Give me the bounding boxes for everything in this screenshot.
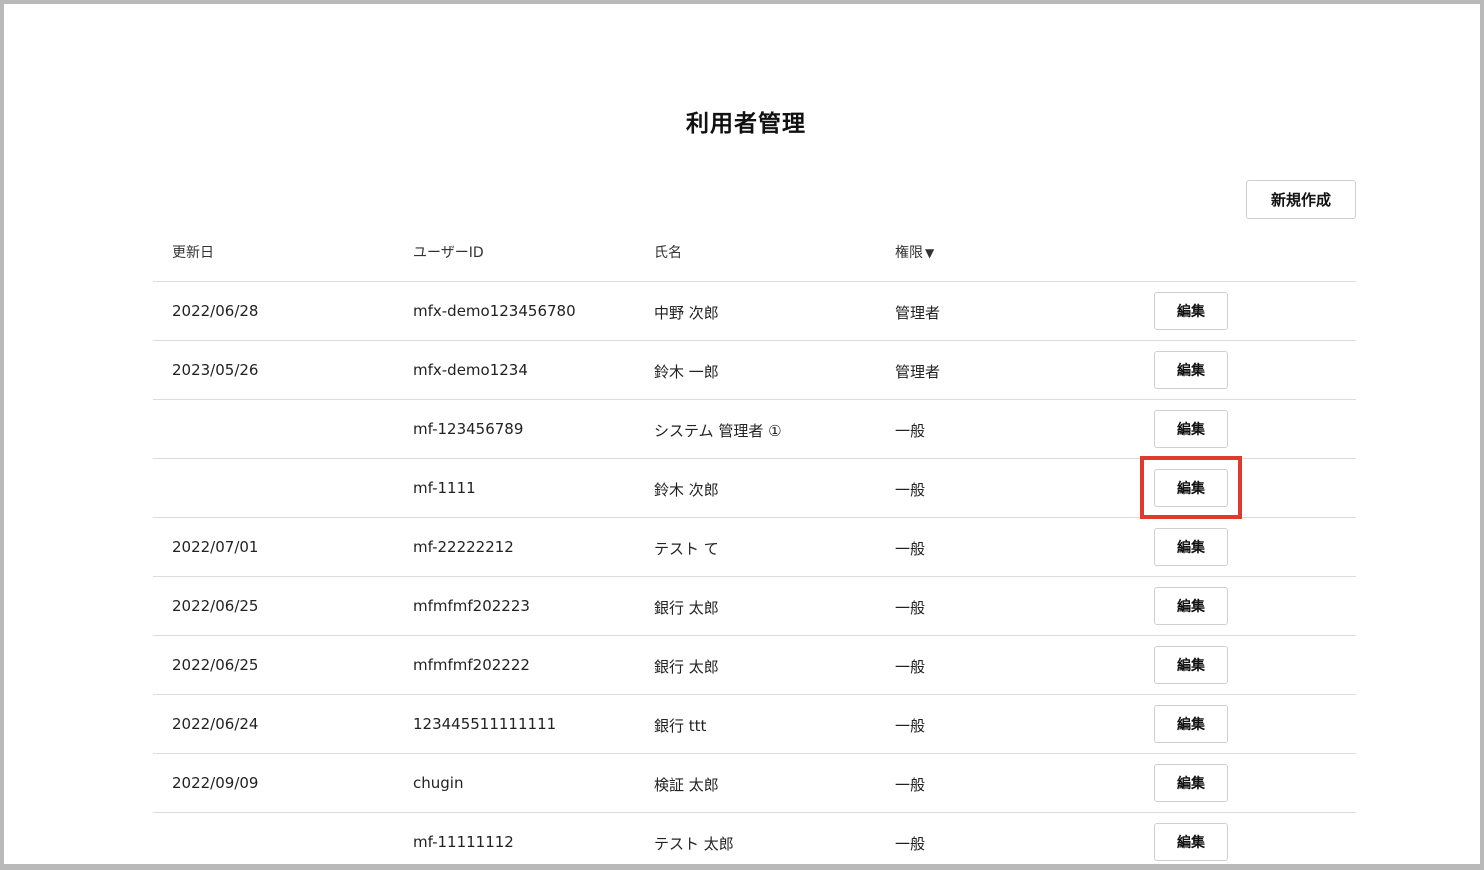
cell-name: テスト 太郎 (654, 835, 734, 853)
cell-user-id: mfx-demo1234 (413, 361, 528, 379)
cell-user-id: mfmfmf202223 (413, 597, 530, 615)
cell-user-id: mf-22222212 (413, 538, 514, 556)
table-row: 2023/05/26 mfx-demo1234 鈴木 一郎 管理者 編集 (153, 341, 1356, 400)
cell-name: 銀行 太郎 (654, 658, 719, 676)
cell-updated-date: 2022/06/28 (172, 302, 259, 320)
table-row: mf-11111112 テスト 太郎 一般 編集 (153, 813, 1356, 870)
user-table: 更新日 ユーザーID 氏名 権限 ▼ 2022/06/28 mfx-demo123… (153, 222, 1356, 870)
header-user-id[interactable]: ユーザーID (413, 242, 484, 262)
cell-role: 一般 (895, 717, 926, 735)
cell-updated-date: 2023/05/26 (172, 361, 259, 379)
cell-name: 銀行 ttt (654, 717, 707, 735)
cell-user-id: mf-123456789 (413, 420, 524, 438)
cell-user-id: mfx-demo123456780 (413, 302, 576, 320)
cell-role: 一般 (895, 481, 926, 499)
edit-button[interactable]: 編集 (1154, 823, 1228, 861)
frame-bottom-border (0, 864, 1484, 870)
cell-user-id: 123445511111111 (413, 715, 557, 733)
table-row: 2022/06/24 123445511111111 銀行 ttt 一般 編集 (153, 695, 1356, 754)
header-role-label: 権限 (895, 245, 923, 261)
cell-updated-date: 2022/06/24 (172, 715, 259, 733)
cell-role: 管理者 (895, 304, 941, 322)
cell-user-id: mf-1111 (413, 479, 476, 497)
cell-name: 検証 太郎 (654, 776, 719, 794)
cell-name: システム 管理者 ① (654, 422, 782, 440)
cell-role: 一般 (895, 776, 926, 794)
table-row: mf-123456789 システム 管理者 ① 一般 編集 (153, 400, 1356, 459)
cell-name: 鈴木 次郎 (654, 481, 719, 499)
table-header: 更新日 ユーザーID 氏名 権限 ▼ (153, 222, 1356, 282)
edit-button-highlighted[interactable]: 編集 (1154, 469, 1228, 507)
edit-button[interactable]: 編集 (1154, 410, 1228, 448)
sort-down-icon[interactable]: ▼ (925, 246, 934, 260)
cell-updated-date: 2022/07/01 (172, 538, 259, 556)
header-updated-date[interactable]: 更新日 (172, 242, 214, 262)
edit-button[interactable]: 編集 (1154, 646, 1228, 684)
cell-role: 一般 (895, 540, 926, 558)
page-frame: 利用者管理 新規作成 更新日 ユーザーID 氏名 権限 ▼ 2022/06/28 … (0, 0, 1484, 870)
table-row: 2022/06/28 mfx-demo123456780 中野 次郎 管理者 編… (153, 282, 1356, 341)
edit-button[interactable]: 編集 (1154, 292, 1228, 330)
cell-user-id: mf-11111112 (413, 833, 514, 851)
header-name[interactable]: 氏名 (654, 242, 682, 262)
cell-role: 管理者 (895, 363, 941, 381)
edit-button[interactable]: 編集 (1154, 351, 1228, 389)
header-role[interactable]: 権限 ▼ (895, 242, 934, 262)
cell-updated-date: 2022/06/25 (172, 656, 259, 674)
cell-role: 一般 (895, 599, 926, 617)
table-row: 2022/09/09 chugin 検証 太郎 一般 編集 (153, 754, 1356, 813)
table-row: 2022/06/25 mfmfmf202223 銀行 太郎 一般 編集 (153, 577, 1356, 636)
cell-updated-date: 2022/06/25 (172, 597, 259, 615)
edit-button[interactable]: 編集 (1154, 764, 1228, 802)
table-row: 2022/06/25 mfmfmf202222 銀行 太郎 一般 編集 (153, 636, 1356, 695)
cell-name: 銀行 太郎 (654, 599, 719, 617)
cell-name: 鈴木 一郎 (654, 363, 719, 381)
cell-name: テスト て (654, 540, 719, 558)
edit-button[interactable]: 編集 (1154, 528, 1228, 566)
cell-role: 一般 (895, 835, 926, 853)
cell-user-id: mfmfmf202222 (413, 656, 530, 674)
table-row: mf-1111 鈴木 次郎 一般 編集 (153, 459, 1356, 518)
cell-user-id: chugin (413, 774, 464, 792)
cell-name: 中野 次郎 (654, 304, 719, 322)
page-title: 利用者管理 (686, 111, 806, 137)
cell-updated-date: 2022/09/09 (172, 774, 259, 792)
table-row: 2022/07/01 mf-22222212 テスト て 一般 編集 (153, 518, 1356, 577)
cell-role: 一般 (895, 658, 926, 676)
edit-button[interactable]: 編集 (1154, 587, 1228, 625)
edit-button[interactable]: 編集 (1154, 705, 1228, 743)
cell-role: 一般 (895, 422, 926, 440)
new-user-button[interactable]: 新規作成 (1246, 180, 1356, 219)
